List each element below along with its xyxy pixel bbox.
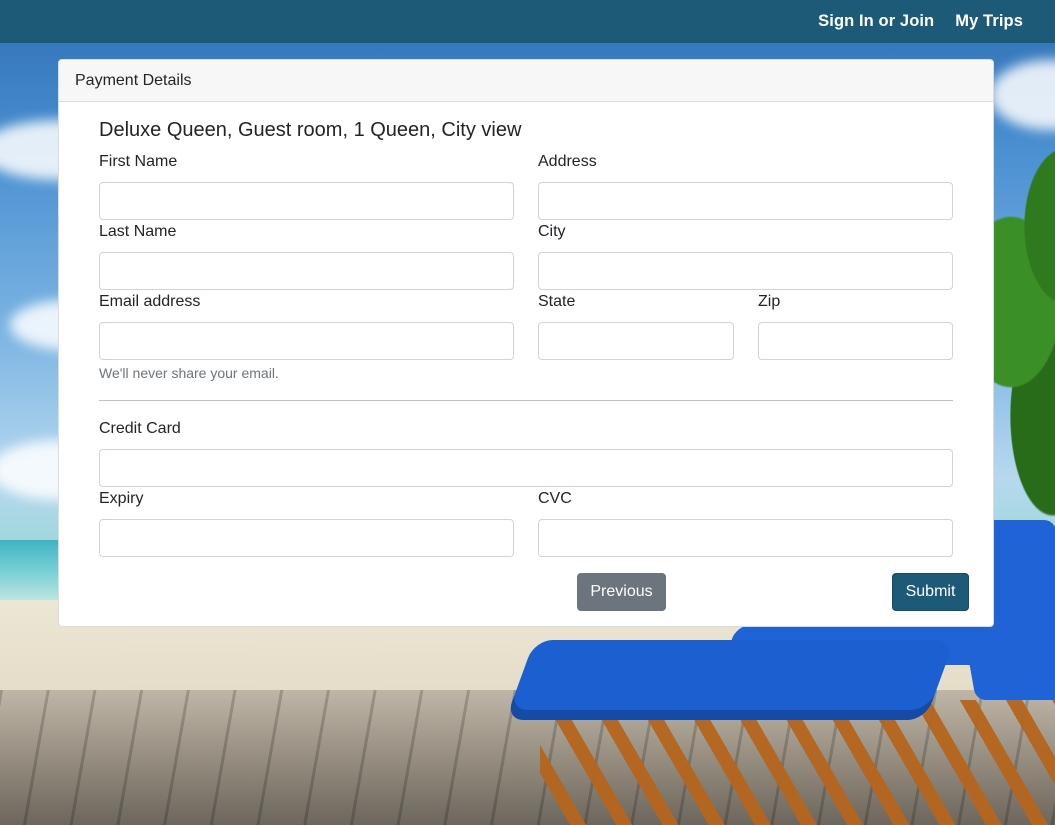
- last-name-label: Last Name: [99, 223, 177, 240]
- previous-button[interactable]: Previous: [577, 573, 666, 611]
- cvc-group: CVC: [538, 489, 953, 557]
- address-group: Address: [538, 152, 953, 220]
- submit-button[interactable]: Submit: [892, 573, 969, 611]
- cvc-label: CVC: [538, 490, 572, 507]
- credit-card-label: Credit Card: [99, 420, 181, 437]
- first-name-input[interactable]: [99, 182, 514, 220]
- state-group: State: [538, 292, 734, 360]
- credit-card-group: Credit Card: [99, 419, 953, 487]
- expiry-group: Expiry: [99, 489, 514, 557]
- city-group: City: [538, 222, 953, 290]
- email-group: Email address: [99, 292, 514, 360]
- email-help-text: We'll never share your email.: [99, 365, 279, 381]
- card-header: Payment Details: [59, 60, 993, 102]
- email-label: Email address: [99, 293, 201, 310]
- section-divider: [99, 400, 953, 401]
- city-label: City: [538, 223, 566, 240]
- first-name-group: First Name: [99, 152, 514, 220]
- credit-card-input[interactable]: [99, 449, 953, 487]
- last-name-group: Last Name: [99, 222, 514, 290]
- room-title: Deluxe Queen, Guest room, 1 Queen, City …: [99, 119, 522, 141]
- zip-input[interactable]: [758, 322, 953, 360]
- my-trips-link[interactable]: My Trips: [955, 12, 1023, 31]
- expiry-label: Expiry: [99, 490, 144, 507]
- state-label: State: [538, 293, 576, 310]
- sign-in-link[interactable]: Sign In or Join: [818, 12, 934, 31]
- first-name-label: First Name: [99, 153, 178, 170]
- expiry-input[interactable]: [99, 519, 514, 557]
- zip-label: Zip: [758, 293, 781, 310]
- last-name-input[interactable]: [99, 252, 514, 290]
- address-label: Address: [538, 153, 597, 170]
- address-input[interactable]: [538, 182, 953, 220]
- cvc-input[interactable]: [538, 519, 953, 557]
- lounge-chair-cushion: [505, 640, 955, 720]
- email-input[interactable]: [99, 322, 514, 360]
- state-input[interactable]: [538, 322, 734, 360]
- payment-card: Payment Details Deluxe Queen, Guest room…: [58, 59, 994, 627]
- zip-group: Zip: [758, 292, 953, 360]
- cloud: [990, 60, 1055, 130]
- top-navbar: Sign In or Join My Trips: [0, 0, 1055, 43]
- city-input[interactable]: [538, 252, 953, 290]
